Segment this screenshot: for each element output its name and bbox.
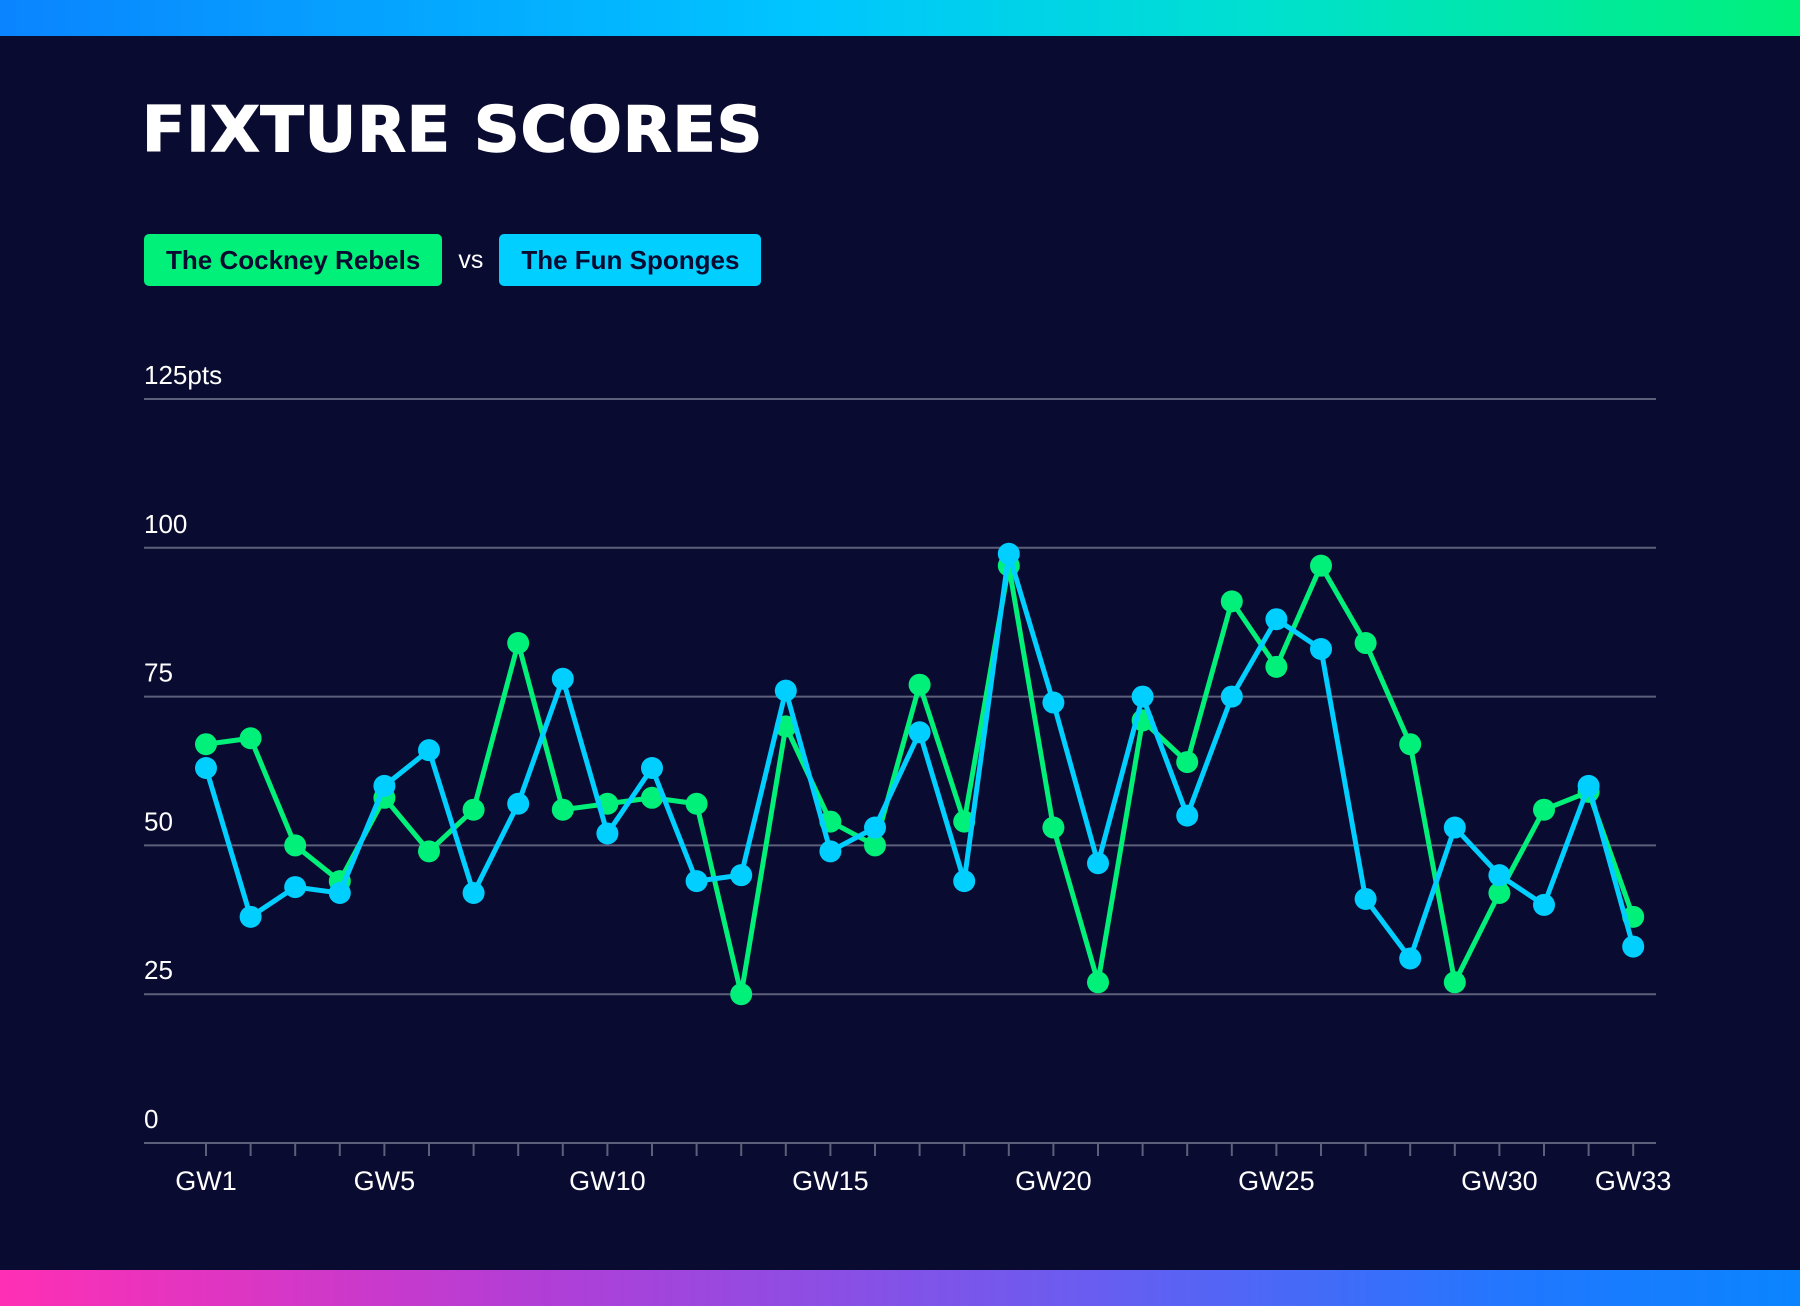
x-tick-label-gw20: GW20 <box>1015 1166 1092 1196</box>
data-point <box>551 798 574 821</box>
data-point <box>1131 685 1154 708</box>
data-point <box>641 757 663 780</box>
x-tick-label-gw1: GW1 <box>175 1166 237 1196</box>
data-point <box>507 632 530 655</box>
data-point <box>1265 608 1288 631</box>
data-point <box>774 679 797 702</box>
data-point <box>1042 691 1065 714</box>
data-point <box>462 798 485 821</box>
x-tick-label-gw30: GW30 <box>1461 1166 1538 1196</box>
data-point <box>1443 971 1466 994</box>
y-tick-label-25: 25 <box>144 955 173 985</box>
data-point <box>551 667 574 690</box>
data-point <box>1354 887 1377 910</box>
data-point <box>1176 804 1199 827</box>
data-point <box>819 840 842 863</box>
data-point <box>284 834 307 857</box>
data-point <box>1533 798 1555 821</box>
data-point <box>730 864 753 887</box>
data-point <box>1087 971 1109 994</box>
y-tick-label-100: 100 <box>144 509 187 539</box>
series-team-b <box>195 542 1645 970</box>
x-tick-label-gw5: GW5 <box>354 1166 416 1196</box>
bottom-gradient-bar <box>0 1270 1800 1306</box>
data-point <box>596 822 619 845</box>
data-point <box>1087 852 1109 875</box>
data-point <box>953 870 976 893</box>
data-point <box>195 733 217 756</box>
data-point <box>195 757 217 780</box>
y-tick-label-125: 125pts <box>144 360 222 390</box>
data-point <box>908 673 931 696</box>
data-point <box>997 542 1020 565</box>
data-point <box>328 882 351 905</box>
x-tick-label-gw15: GW15 <box>792 1166 869 1196</box>
data-point <box>908 721 931 744</box>
data-point <box>1533 893 1555 916</box>
x-tick-label-gw25: GW25 <box>1238 1166 1315 1196</box>
data-point <box>864 816 886 839</box>
series-group <box>195 542 1645 1006</box>
data-point <box>1220 590 1243 613</box>
data-point <box>685 870 708 893</box>
y-tick-label-0: 0 <box>144 1104 158 1134</box>
data-point <box>507 792 530 815</box>
series-team-a <box>195 554 1645 1006</box>
data-point <box>1577 774 1600 797</box>
data-point <box>1265 655 1288 678</box>
data-point <box>1354 632 1377 655</box>
data-point <box>1488 864 1511 887</box>
x-axis: GW1 GW5 GW10 GW15 GW20 GW25 GW30 GW33 <box>175 1143 1671 1196</box>
data-point <box>1622 935 1645 958</box>
data-point <box>284 876 307 899</box>
y-tick-label-50: 50 <box>144 806 173 836</box>
data-point <box>418 739 440 762</box>
y-tick-label-75: 75 <box>144 658 173 688</box>
data-point <box>1443 816 1466 839</box>
data-point <box>1310 637 1332 660</box>
data-point <box>418 840 440 863</box>
data-point <box>730 983 753 1006</box>
x-tick-label-gw10: GW10 <box>569 1166 646 1196</box>
data-point <box>1399 947 1422 970</box>
data-point <box>462 882 485 905</box>
data-point <box>239 905 262 928</box>
data-point <box>373 774 396 797</box>
data-point <box>1176 751 1199 774</box>
data-point <box>1042 816 1065 839</box>
data-point <box>239 727 262 750</box>
x-tick-label-gw33: GW33 <box>1595 1166 1672 1196</box>
line-chart: 125pts1007550250 GW1 GW5 GW10 GW15 GW20 GW25 G… <box>144 360 1671 1196</box>
data-point <box>1220 685 1243 708</box>
data-point <box>1310 554 1332 577</box>
data-point <box>685 792 708 815</box>
data-point <box>1399 733 1422 756</box>
